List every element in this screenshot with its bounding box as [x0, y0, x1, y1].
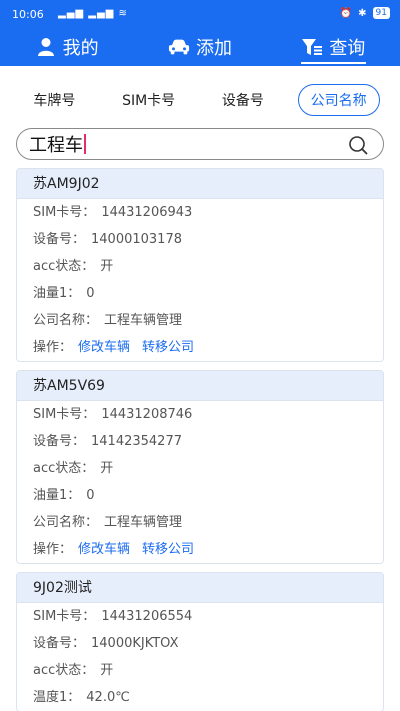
car-icon: [168, 36, 190, 58]
ops-row: 操作： 修改车辆 转移公司: [17, 536, 383, 563]
sim-value: 14431206554: [101, 609, 193, 624]
sim-row: SIM卡号： 14431206554: [17, 603, 383, 630]
temp-row: 温度1： 42.0℃: [17, 684, 383, 711]
ops-label: 操作：: [33, 542, 73, 557]
device-label: 设备号：: [33, 232, 86, 247]
oil-value: 0: [86, 286, 95, 301]
ops-row: 操作： 修改车辆 转移公司: [17, 334, 383, 361]
sim-value: 14431206943: [101, 205, 193, 220]
filter-icon: [301, 36, 323, 58]
temp-value: 42.0℃: [86, 690, 130, 705]
filter-plate[interactable]: 车牌号: [20, 84, 88, 116]
oil-label: 油量1：: [33, 488, 81, 503]
vehicle-card: 苏AM5V69 SIM卡号： 14431208746 设备号： 1414235427…: [16, 370, 384, 564]
status-right: ⏰ ✱ 91: [340, 7, 390, 19]
oil-row: 油量1： 0: [17, 482, 383, 509]
device-row: 设备号： 14000KJKTOX: [17, 630, 383, 657]
sim-label: SIM卡号：: [33, 407, 96, 422]
acc-row: acc状态： 开: [17, 455, 383, 482]
transfer-company-link[interactable]: 转移公司: [142, 542, 194, 557]
vehicle-plate: 9J02测试: [17, 573, 383, 603]
acc-row: acc状态： 开: [17, 253, 383, 280]
main-nav: 我的 添加 查询: [0, 28, 400, 66]
acc-row: acc状态： 开: [17, 657, 383, 684]
sim-value: 14431208746: [101, 407, 193, 422]
vehicle-plate: 苏AM9J02: [17, 169, 383, 199]
vehicle-card: 9J02测试 SIM卡号： 14431206554 设备号： 14000KJKTOX…: [16, 572, 384, 711]
company-row: 公司名称： 工程车辆管理: [17, 509, 383, 536]
sim-label: SIM卡号：: [33, 205, 96, 220]
acc-value: 开: [100, 461, 114, 476]
filter-tabs: 车牌号 SIM卡号 设备号 公司名称: [0, 84, 400, 116]
acc-value: 开: [100, 663, 114, 678]
temp-label: 温度1：: [33, 690, 81, 705]
vehicle-list: 苏AM9J02 SIM卡号： 14431206943 设备号： 1400010317…: [16, 168, 384, 711]
edit-vehicle-link[interactable]: 修改车辆: [78, 542, 130, 557]
nav-query-label: 查询: [329, 38, 366, 59]
text-cursor: [84, 134, 86, 154]
search-icon[interactable]: [347, 134, 369, 160]
sim-row: SIM卡号： 14431208746: [17, 401, 383, 428]
filter-device[interactable]: 设备号: [209, 84, 277, 116]
vehicle-card: 苏AM9J02 SIM卡号： 14431206943 设备号： 1400010317…: [16, 168, 384, 362]
company-value: 工程车辆管理: [104, 313, 183, 328]
signal-icon: ▂▄▆ ▂▄▆ ≋: [58, 8, 128, 19]
oil-label: 油量1：: [33, 286, 81, 301]
alarm-icon: ⏰: [339, 7, 353, 19]
nav-add[interactable]: 添加: [133, 28, 266, 66]
filter-company[interactable]: 公司名称: [297, 84, 380, 116]
company-label: 公司名称：: [33, 313, 99, 328]
search-value: 工程车: [29, 135, 83, 156]
filter-sim[interactable]: SIM卡号: [109, 84, 188, 116]
acc-label: acc状态：: [33, 663, 95, 678]
nav-mine-label: 我的: [62, 38, 99, 59]
device-value: 14142354277: [91, 434, 182, 449]
device-label: 设备号：: [33, 434, 86, 449]
nav-mine[interactable]: 我的: [0, 28, 133, 66]
acc-label: acc状态：: [33, 461, 95, 476]
acc-value: 开: [100, 259, 114, 274]
device-row: 设备号： 14000103178: [17, 226, 383, 253]
sim-row: SIM卡号： 14431206943: [17, 199, 383, 226]
acc-label: acc状态：: [33, 259, 95, 274]
company-label: 公司名称：: [33, 515, 99, 530]
company-value: 工程车辆管理: [104, 515, 183, 530]
vehicle-plate: 苏AM5V69: [17, 371, 383, 401]
oil-value: 0: [86, 488, 95, 503]
bluetooth-icon: ✱: [358, 7, 367, 19]
ops-label: 操作：: [33, 340, 73, 355]
sim-label: SIM卡号：: [33, 609, 96, 624]
company-row: 公司名称： 工程车辆管理: [17, 307, 383, 334]
status-time: 10:06: [12, 8, 44, 21]
device-label: 设备号：: [33, 636, 86, 651]
device-value: 14000103178: [91, 232, 182, 247]
oil-row: 油量1： 0: [17, 280, 383, 307]
nav-query[interactable]: 查询: [267, 28, 400, 66]
edit-vehicle-link[interactable]: 修改车辆: [78, 340, 130, 355]
person-icon: [35, 36, 57, 58]
device-row: 设备号： 14142354277: [17, 428, 383, 455]
transfer-company-link[interactable]: 转移公司: [142, 340, 194, 355]
device-value: 14000KJKTOX: [91, 636, 179, 651]
nav-add-label: 添加: [195, 38, 232, 59]
search-input[interactable]: 工程车: [16, 128, 384, 160]
status-bar: 10:06 ▂▄▆ ▂▄▆ ≋ ⏰ ✱ 91: [0, 0, 400, 28]
top-bar: 10:06 ▂▄▆ ▂▄▆ ≋ ⏰ ✱ 91 我的 添加 查询: [0, 0, 400, 66]
battery-icon: 91: [372, 7, 390, 19]
